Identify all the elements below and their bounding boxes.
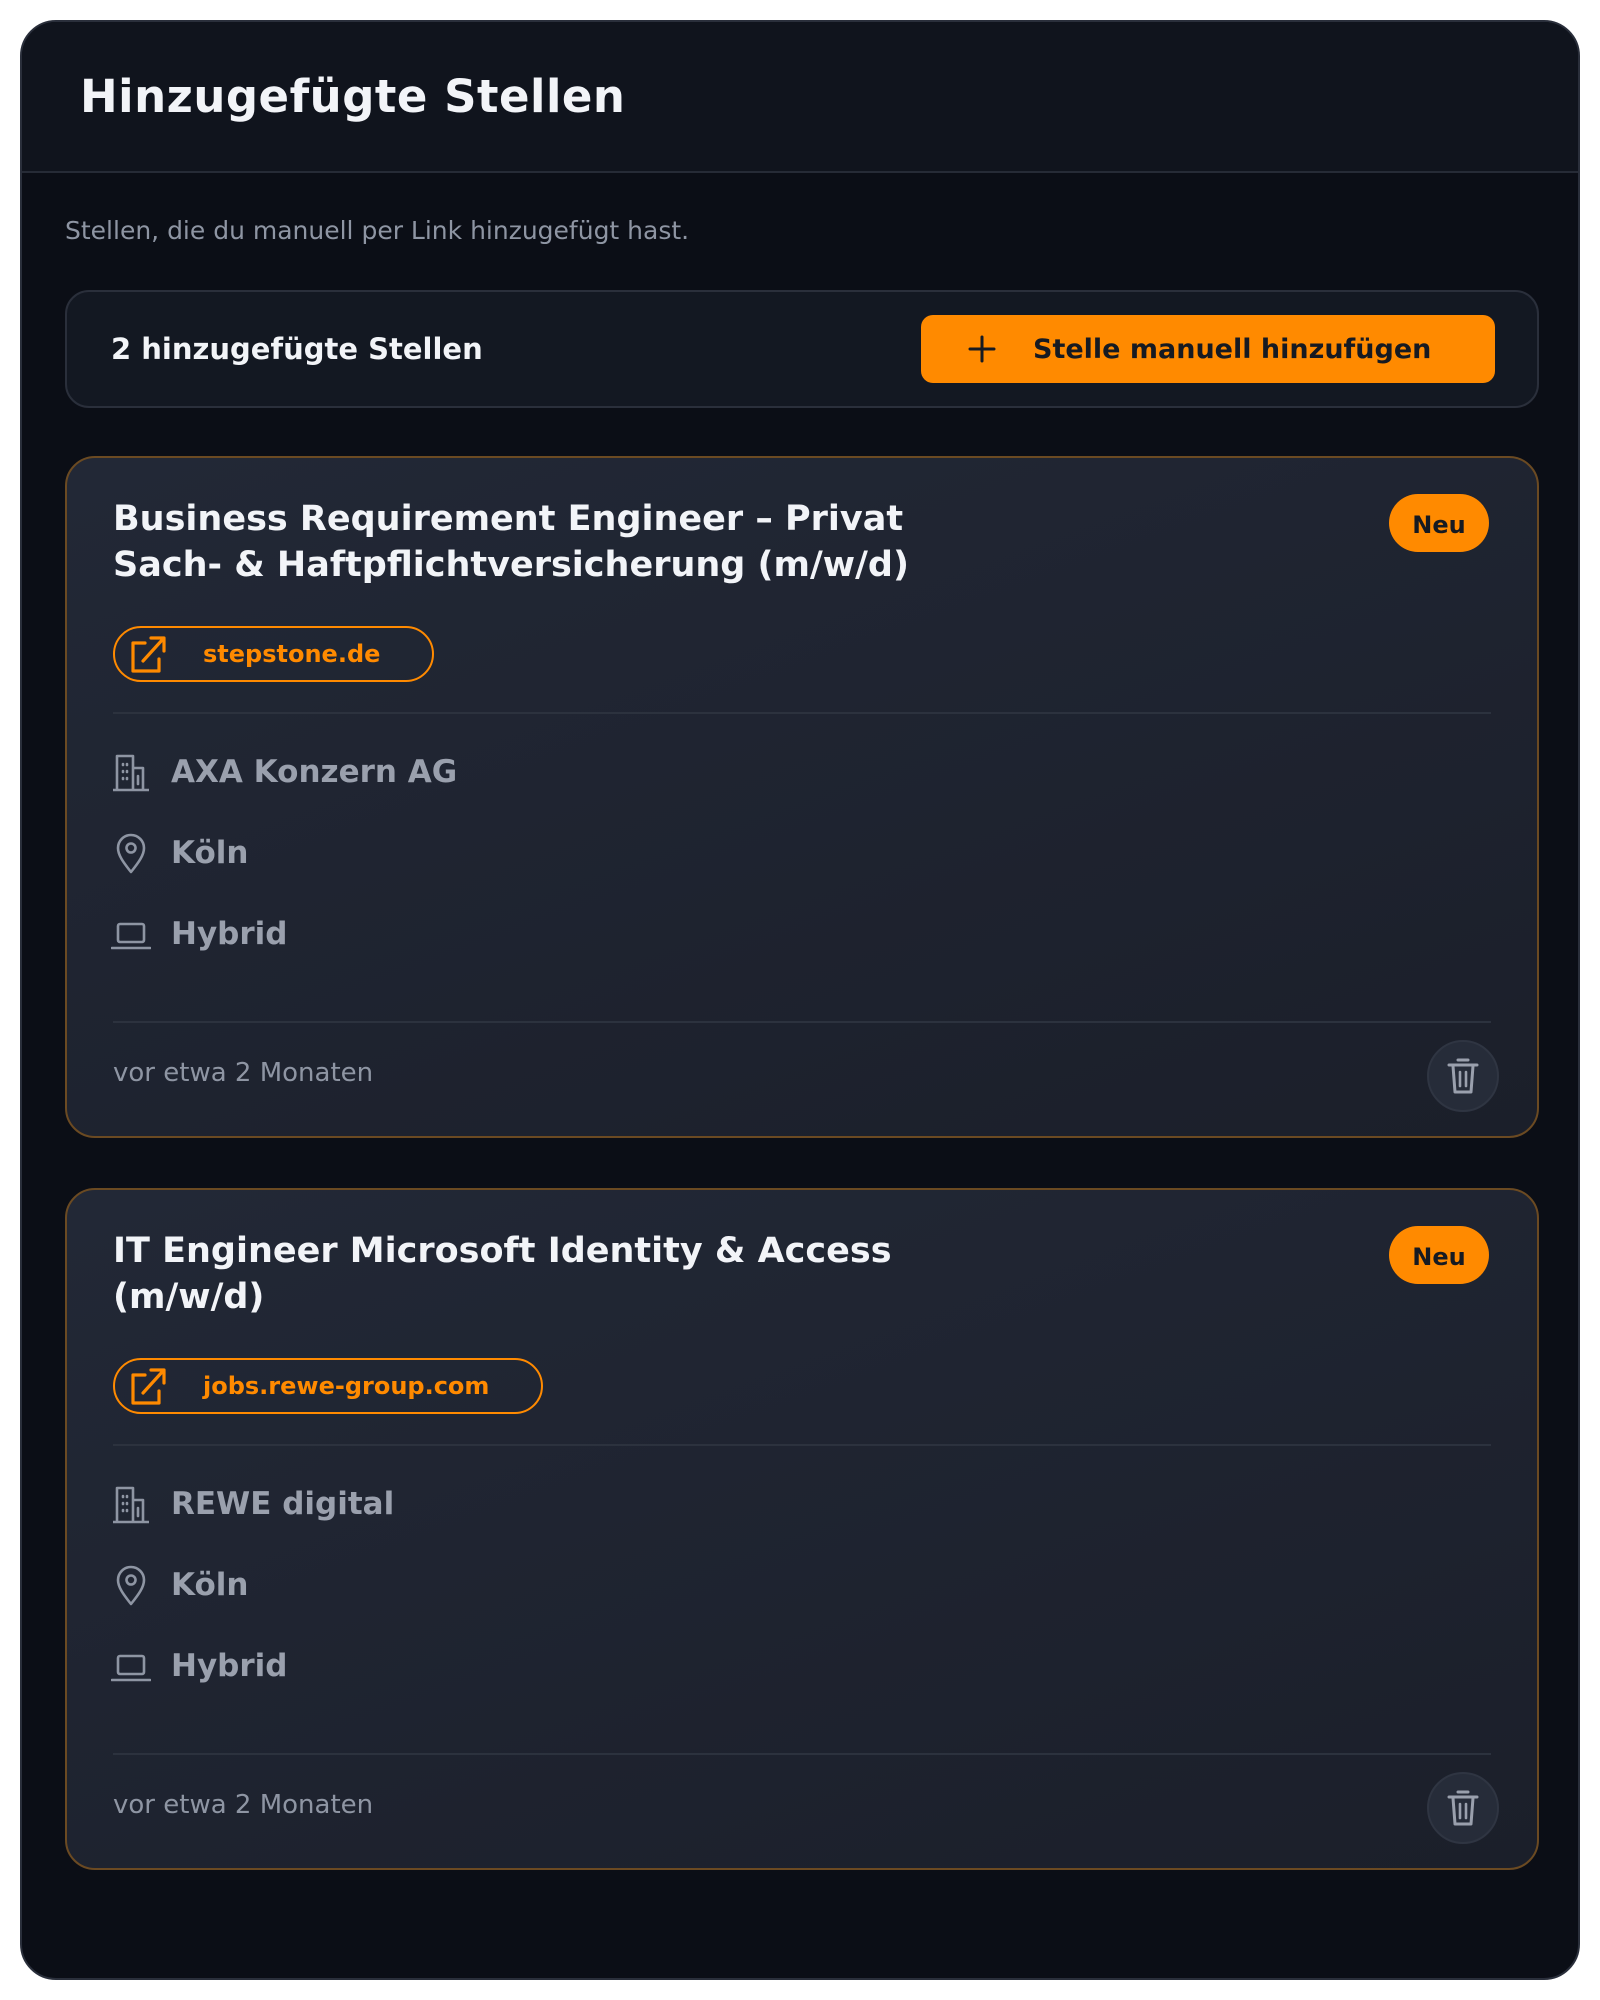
map-pin-icon [116,833,146,874]
posted-time: vor etwa 2 Monaten [113,1790,374,1820]
location-name: Köln [171,835,249,871]
source-link-label: stepstone.de [203,640,381,668]
job-title: IT Engineer Microsoft Identity & Access … [113,1231,892,1317]
posted-time: vor etwa 2 Monaten [113,1058,374,1088]
location-row: Köln [111,831,248,875]
divider [113,1021,1491,1023]
work-mode-label: Hybrid [171,916,288,952]
page-subtitle: Stellen, die du manuell per Link hinzuge… [65,216,690,245]
map-pin-icon [116,1565,146,1606]
work-mode-row: Hybrid [111,1644,287,1688]
building-icon [113,754,149,792]
divider [113,1753,1491,1755]
job-title: Business Requirement Engineer – Privat S… [113,499,909,585]
trash-icon [1447,1790,1479,1826]
source-link[interactable]: stepstone.de [113,626,435,682]
source-link-label: jobs.rewe-group.com [203,1372,490,1400]
work-mode-row: Hybrid [111,912,287,956]
delete-job-button[interactable] [1427,1040,1499,1112]
page-header: Hinzugefügte Stellen [22,22,1578,173]
divider [113,712,1491,714]
plus-icon [968,335,996,363]
company-row: AXA Konzern AG [111,750,457,794]
external-link-icon [131,1368,166,1405]
trash-icon [1447,1058,1479,1094]
job-card: Business Requirement Engineer – Privat S… [65,456,1539,1138]
job-card: IT Engineer Microsoft Identity & Access … [65,1188,1539,1870]
app-window: Hinzugefügte Stellen Stellen, die du man… [20,20,1580,1980]
page-title: Hinzugefügte Stellen [80,70,626,123]
add-job-button-label: Stelle manuell hinzufügen [1033,333,1432,365]
company-row: REWE digital [111,1482,394,1526]
delete-job-button[interactable] [1427,1772,1499,1844]
company-name: REWE digital [171,1486,395,1522]
laptop-icon [111,1654,151,1682]
work-mode-label: Hybrid [171,1648,288,1684]
summary-bar: 2 hinzugefügte Stellen Stelle manuell hi… [65,290,1539,408]
company-name: AXA Konzern AG [171,754,458,790]
location-row: Köln [111,1563,248,1607]
job-count-label: 2 hinzugefügte Stellen [111,332,483,366]
laptop-icon [111,922,151,950]
source-link[interactable]: jobs.rewe-group.com [113,1358,544,1414]
divider [113,1444,1491,1446]
building-icon [113,1486,149,1524]
add-job-manually-button[interactable]: Stelle manuell hinzufügen [921,315,1495,383]
new-badge: Neu [1389,494,1489,552]
location-name: Köln [171,1567,249,1603]
new-badge: Neu [1389,1226,1489,1284]
external-link-icon [131,636,166,673]
